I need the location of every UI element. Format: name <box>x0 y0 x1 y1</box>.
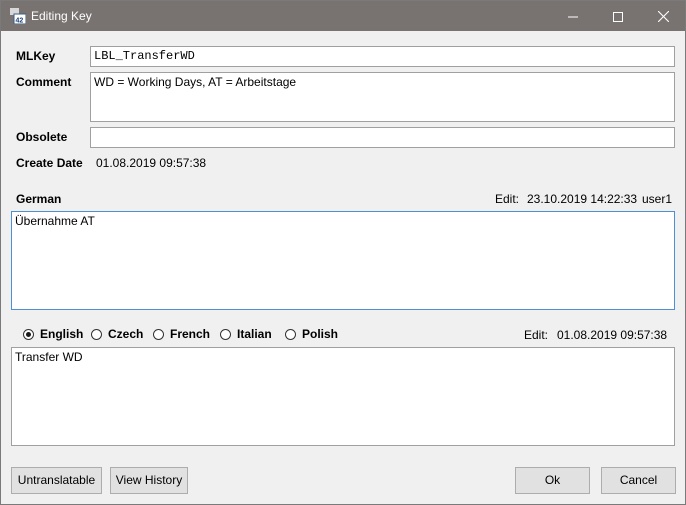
radio-polish[interactable]: Polish <box>285 326 338 342</box>
radio-italian-circle[interactable] <box>220 328 231 340</box>
mlkey-input[interactable]: LBL_TransferWD <box>90 46 675 67</box>
mlkey-label: MLKey <box>16 49 56 63</box>
translation-text-area[interactable]: Transfer WD <box>11 347 675 446</box>
create-date-label: Create Date <box>16 156 83 170</box>
obsolete-label: Obsolete <box>16 130 68 144</box>
dialog-body: MLKey LBL_TransferWD Comment WD = Workin… <box>1 31 685 504</box>
create-date-value: 01.08.2019 09:57:38 <box>96 156 207 170</box>
comment-label: Comment <box>16 75 72 89</box>
close-button[interactable] <box>640 1 686 31</box>
radio-french-circle[interactable] <box>153 328 164 340</box>
radio-italian-label: Italian <box>237 327 272 341</box>
title-bar[interactable]: 42 Editing Key <box>1 1 685 31</box>
radio-english[interactable]: English <box>23 326 83 342</box>
radio-english-label: English <box>40 327 84 341</box>
german-edit-user: user1 <box>642 192 673 206</box>
svg-text:42: 42 <box>16 18 24 25</box>
maximize-icon <box>613 11 623 22</box>
cancel-button[interactable]: Cancel <box>601 467 676 494</box>
obsolete-input[interactable] <box>90 127 675 148</box>
radio-english-circle[interactable] <box>23 328 34 340</box>
radio-polish-label: Polish <box>302 327 339 341</box>
radio-french[interactable]: French <box>153 326 210 342</box>
view-history-button[interactable]: View History <box>110 467 188 494</box>
radio-polish-circle[interactable] <box>285 328 296 340</box>
german-edit-date: 23.10.2019 14:22:33 <box>527 192 638 206</box>
ok-button[interactable]: Ok <box>515 467 590 494</box>
radio-french-label: French <box>170 327 211 341</box>
untranslatable-button[interactable]: Untranslatable <box>11 467 102 494</box>
language-edit-date: 01.08.2019 09:57:38 <box>557 328 668 342</box>
radio-czech[interactable]: Czech <box>91 326 143 342</box>
german-edit-label: Edit: <box>495 192 520 206</box>
comment-textarea[interactable]: WD = Working Days, AT = Arbeitstage <box>90 72 675 122</box>
radio-italian[interactable]: Italian <box>220 326 272 342</box>
minimize-icon <box>568 16 578 18</box>
radio-czech-label: Czech <box>108 327 144 341</box>
close-icon <box>657 10 669 23</box>
german-label: German <box>16 192 62 206</box>
app-icon: 42 <box>10 8 26 24</box>
maximize-button[interactable] <box>595 1 641 31</box>
editing-key-window: 42 Editing Key MLKey LBL_TransferWD Comm… <box>0 0 686 505</box>
minimize-button[interactable] <box>550 1 596 31</box>
window-title: Editing Key <box>31 9 92 23</box>
radio-czech-circle[interactable] <box>91 328 102 340</box>
german-text-area[interactable]: Übernahme AT <box>11 211 675 310</box>
language-edit-label: Edit: <box>524 328 549 342</box>
